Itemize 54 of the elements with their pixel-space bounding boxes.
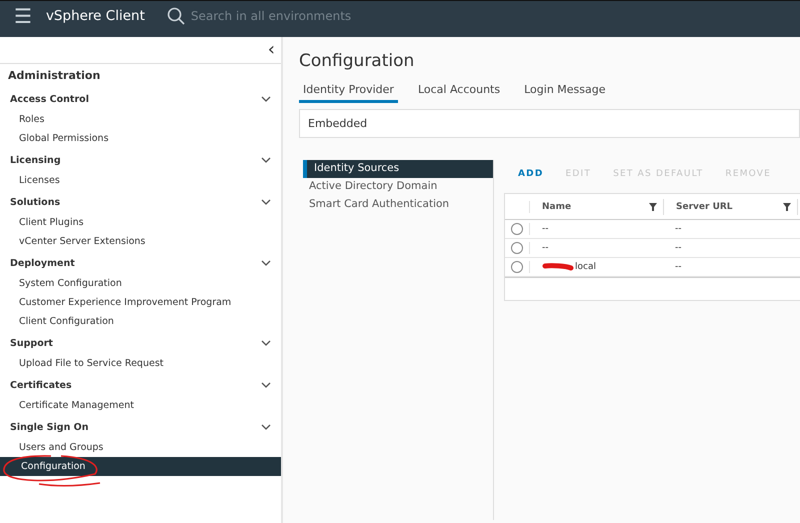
- tab[interactable]: Login Message: [520, 83, 610, 103]
- search-icon: [166, 7, 185, 25]
- sidebar-item[interactable]: Roles: [0, 110, 281, 129]
- action-button[interactable]: ADD: [514, 169, 548, 179]
- chevron-icon[interactable]: [261, 424, 271, 430]
- chevron-icon[interactable]: [261, 157, 271, 163]
- chevron-icon[interactable]: [261, 96, 271, 102]
- table-cell: --: [675, 224, 682, 234]
- sidebar-item[interactable]: Configuration: [0, 457, 281, 476]
- filter-icon[interactable]: [783, 202, 791, 210]
- menu-icon[interactable]: ☰: [14, 4, 32, 28]
- filter-icon[interactable]: [649, 202, 657, 210]
- column-header: Name: [542, 202, 572, 212]
- section-header[interactable]: Deployment: [10, 258, 75, 268]
- radio-button[interactable]: [511, 223, 523, 235]
- tab[interactable]: Identity Provider: [299, 83, 398, 103]
- column-header: Server URL: [676, 202, 733, 212]
- sidebar-item[interactable]: vCenter Server Extensions: [0, 232, 281, 251]
- sidebar-item[interactable]: Licenses: [0, 171, 281, 190]
- chevron-icon[interactable]: [261, 260, 271, 266]
- section-header[interactable]: Support: [10, 338, 53, 348]
- table-cell: local: [575, 262, 596, 272]
- chevron-icon[interactable]: [261, 199, 271, 205]
- table-cell: --: [542, 224, 548, 234]
- sidebar-item[interactable]: System Configuration: [0, 274, 281, 293]
- sidebar-item[interactable]: Users and Groups: [0, 438, 281, 457]
- sidebar-item[interactable]: Customer Experience Improvement Program: [0, 293, 281, 312]
- table-cell: --: [675, 262, 682, 272]
- tab[interactable]: Local Accounts: [414, 83, 504, 103]
- section-header[interactable]: Solutions: [10, 196, 60, 208]
- search-field[interactable]: Search in all environments: [190, 9, 391, 23]
- chevron-icon[interactable]: [261, 382, 271, 388]
- radio-button[interactable]: [511, 261, 523, 273]
- provider-name: Embedded: [308, 117, 368, 130]
- nav-item[interactable]: Smart Card Authentication: [299, 196, 493, 214]
- sidebar-item[interactable]: Client Configuration: [0, 312, 281, 331]
- table-cell: --: [542, 243, 548, 253]
- sidebar-item[interactable]: Client Plugins: [0, 213, 281, 232]
- collapse-button[interactable]: ‹: [266, 41, 277, 59]
- radio-button[interactable]: [511, 242, 523, 254]
- chevron-icon[interactable]: [261, 340, 271, 346]
- sidebar-item[interactable]: Upload File to Service Request: [0, 354, 281, 373]
- table-cell: --: [675, 243, 682, 253]
- section-header[interactable]: Single Sign On: [10, 422, 88, 432]
- nav-item[interactable]: Identity Sources: [303, 160, 493, 178]
- sidebar-item[interactable]: Global Permissions: [0, 129, 281, 148]
- app-title: vSphere Client: [46, 8, 145, 24]
- nav-item[interactable]: Active Directory Domain: [299, 178, 493, 196]
- section-header[interactable]: Licensing: [10, 154, 61, 166]
- page-title: Configuration: [299, 51, 416, 71]
- sidebar-item[interactable]: Certificate Management: [0, 396, 281, 415]
- sidebar-title: Administration: [7, 68, 102, 84]
- section-header[interactable]: Access Control: [10, 94, 89, 104]
- section-header[interactable]: Certificates: [10, 380, 72, 390]
